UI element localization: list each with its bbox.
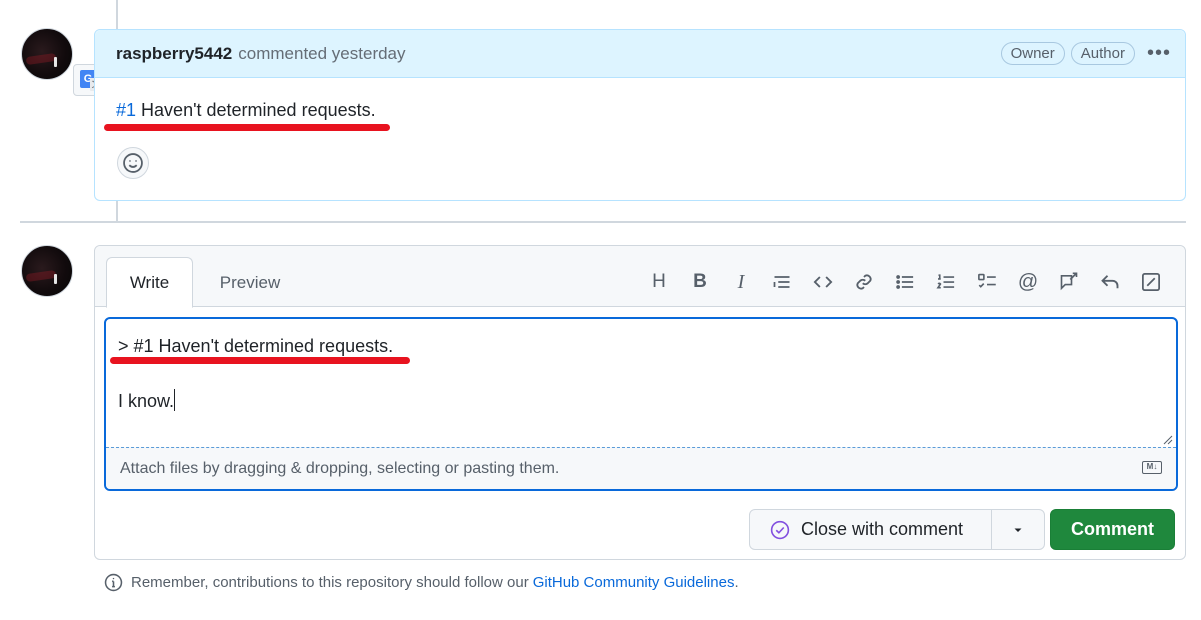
bold-icon[interactable]: B — [682, 268, 718, 296]
quoted-line: > #1 Haven't determined requests. — [118, 336, 394, 356]
owner-badge: Owner — [1000, 42, 1065, 65]
avatar-figure — [54, 274, 57, 284]
resize-handle-icon[interactable] — [1163, 435, 1173, 445]
notice-period: . — [734, 574, 739, 591]
quote-icon[interactable] — [764, 268, 800, 296]
avatar-figure — [54, 57, 57, 67]
link-icon[interactable] — [846, 268, 882, 296]
attach-files-text: Attach files by dragging & dropping, sel… — [120, 459, 560, 477]
comment-text: Haven't determined requests. — [141, 100, 376, 120]
markdown-icon[interactable]: M↓ — [1142, 461, 1162, 474]
heading-glyph: H — [652, 271, 666, 292]
current-user-avatar[interactable] — [21, 245, 73, 297]
italic-icon[interactable]: I — [723, 268, 759, 296]
community-guidelines-link[interactable]: GitHub Community Guidelines — [533, 574, 735, 591]
timeline-line-middle — [116, 200, 118, 221]
unordered-list-icon[interactable] — [887, 268, 923, 296]
comment-author[interactable]: raspberry5442 — [116, 44, 232, 64]
tab-preview[interactable]: Preview — [205, 257, 295, 308]
avatar[interactable] — [21, 28, 73, 80]
tab-write[interactable]: Write — [106, 257, 193, 308]
avatar-detail — [25, 52, 57, 66]
reply-icon[interactable] — [1092, 268, 1128, 296]
fullscreen-icon[interactable] — [1133, 268, 1169, 296]
text-caret — [174, 389, 176, 411]
close-with-comment-button-group: Close with comment — [749, 509, 1045, 550]
comment-timestamp[interactable]: commented yesterday — [238, 44, 405, 64]
timeline-divider — [20, 221, 1186, 223]
comment-body: #1 Haven't determined requests. — [95, 78, 1185, 121]
editor-tab-bar: Write Preview H B I @ — [95, 246, 1185, 308]
textarea-content[interactable]: > #1 Haven't determined requests. I know… — [118, 333, 1158, 443]
smiley-icon — [123, 153, 143, 173]
typed-text: I know. — [118, 391, 175, 411]
issue-reference-link[interactable]: #1 — [116, 100, 136, 120]
comment-textarea[interactable]: > #1 Haven't determined requests. I know… — [104, 317, 1178, 491]
contribution-notice: Remember, contributions to this reposito… — [104, 573, 739, 592]
comment-header: raspberry5442 commented yesterday Owner … — [95, 30, 1185, 78]
mention-glyph: @ — [1017, 270, 1039, 293]
typed-line: I know. — [118, 388, 1158, 415]
mention-icon[interactable]: @ — [1010, 268, 1046, 296]
ordered-list-icon[interactable] — [928, 268, 964, 296]
task-list-icon[interactable] — [969, 268, 1005, 296]
highlight-underline-quote — [110, 357, 410, 364]
heading-icon[interactable]: H — [641, 268, 677, 296]
attach-files-bar[interactable]: Attach files by dragging & dropping, sel… — [106, 447, 1176, 489]
comment-card: raspberry5442 commented yesterday Owner … — [94, 29, 1186, 201]
kebab-horizontal-icon[interactable]: ••• — [1147, 42, 1171, 65]
timeline-line-top — [116, 0, 118, 30]
avatar-detail — [25, 269, 57, 283]
close-with-comment-button[interactable]: Close with comment — [750, 510, 992, 549]
close-options-dropdown[interactable] — [992, 510, 1044, 549]
contribution-notice-text: Remember, contributions to this reposito… — [131, 574, 529, 591]
bold-glyph: B — [693, 271, 707, 292]
italic-glyph: I — [737, 270, 745, 293]
triangle-down-icon — [1014, 528, 1022, 532]
highlight-underline-comment — [104, 124, 390, 131]
code-icon[interactable] — [805, 268, 841, 296]
close-with-comment-label: Close with comment — [801, 519, 964, 539]
markdown-toolbar: H B I @ — [636, 268, 1169, 296]
add-reaction-button[interactable] — [117, 147, 149, 179]
check-circle-icon — [770, 520, 790, 539]
comment-button[interactable]: Comment — [1050, 509, 1175, 550]
author-badge: Author — [1070, 42, 1135, 65]
info-icon — [104, 573, 123, 592]
cross-reference-icon[interactable] — [1051, 268, 1087, 296]
